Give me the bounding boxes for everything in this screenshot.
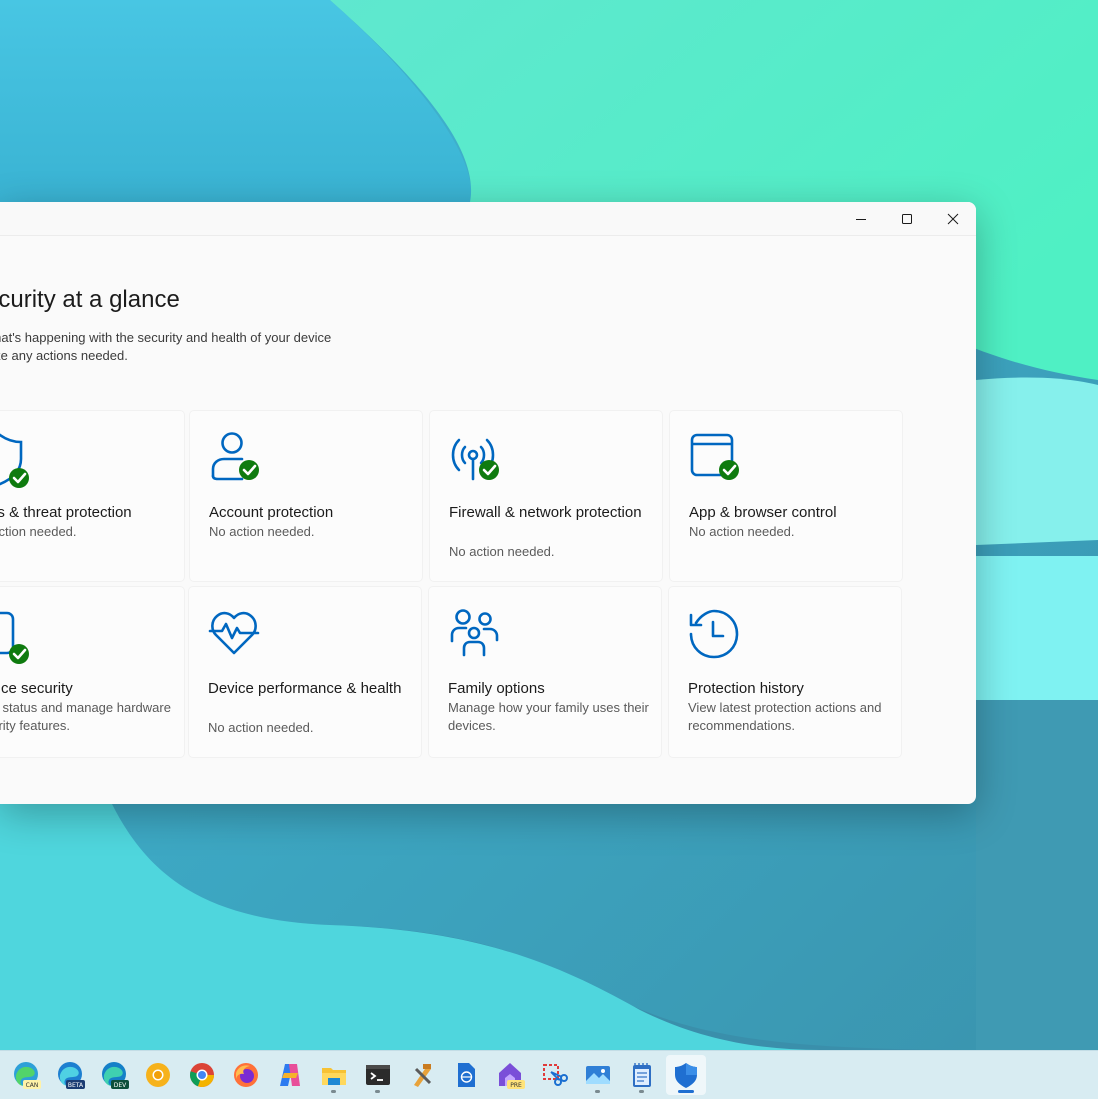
tile-subtitle: No action needed.	[0, 524, 77, 539]
edge-dev-icon[interactable]: DEV	[98, 1059, 130, 1091]
notepad-icon[interactable]	[626, 1059, 658, 1091]
badge-text: DEV	[114, 1082, 127, 1089]
running-indicator	[331, 1090, 336, 1093]
active-indicator	[678, 1090, 694, 1093]
running-indicator	[639, 1090, 644, 1093]
windows-security-icon[interactable]	[670, 1059, 702, 1091]
tile-account-protection[interactable]: Account protection No action needed.	[190, 411, 422, 581]
tile-title: Virus & threat protection	[0, 504, 132, 521]
running-indicator	[375, 1090, 380, 1093]
tile-title: App & browser control	[689, 504, 837, 521]
maximize-icon	[902, 213, 912, 224]
badge-text: PRE	[510, 1082, 522, 1089]
minimize-button[interactable]	[838, 202, 884, 235]
running-indicator	[595, 1090, 600, 1093]
tile-subtitle: No action needed.	[209, 524, 315, 539]
tile-firewall-network-protection[interactable]: Firewall & network protection No action …	[430, 411, 662, 581]
tile-subtitle: View status and manage hardware security…	[0, 700, 171, 733]
edge-canary-icon[interactable]: CAN	[10, 1059, 42, 1091]
page-description-line1: See what's happening with the security a…	[0, 330, 332, 345]
windows-security-window: Security at a glance See what's happenin…	[0, 202, 976, 804]
chrome-icon[interactable]	[186, 1059, 218, 1091]
file-explorer-icon[interactable]	[318, 1059, 350, 1091]
tile-title: Device security	[0, 680, 73, 697]
app-window-check-icon	[689, 431, 747, 489]
heart-pulse-icon	[208, 607, 266, 665]
tile-title: Family options	[448, 680, 545, 697]
firefox-icon[interactable]	[230, 1059, 262, 1091]
tile-subtitle: No action needed.	[449, 544, 555, 559]
history-clock-icon	[688, 607, 746, 665]
tile-subtitle: No action needed.	[689, 524, 795, 539]
document-globe-icon[interactable]	[450, 1059, 482, 1091]
tile-title: Protection history	[688, 680, 804, 697]
taskbar: CAN BETA DEV PRE	[0, 1050, 1098, 1099]
page-title: Security at a glance	[0, 286, 180, 313]
tile-subtitle: View latest protection actions and recom…	[688, 700, 882, 733]
tile-subtitle: No action needed.	[208, 720, 314, 735]
minimize-icon	[856, 218, 866, 220]
shield-check-icon	[0, 431, 29, 489]
terminal-icon[interactable]	[362, 1059, 394, 1091]
tile-virus-threat-protection[interactable]: Virus & threat protection No action need…	[0, 411, 184, 581]
dev-home-preview-icon[interactable]: PRE	[494, 1059, 526, 1091]
tools-icon[interactable]	[406, 1059, 438, 1091]
tile-title: Firewall & network protection	[449, 504, 642, 521]
family-icon	[448, 607, 506, 665]
tile-device-security[interactable]: Device security View status and manage h…	[0, 587, 184, 757]
tile-app-browser-control[interactable]: App & browser control No action needed.	[670, 411, 902, 581]
close-button[interactable]	[930, 202, 976, 235]
edge-beta-icon[interactable]: BETA	[54, 1059, 86, 1091]
page-description-line2: and take any actions needed.	[0, 348, 128, 363]
tile-protection-history[interactable]: Protection history View latest protectio…	[669, 587, 901, 757]
tile-device-performance-health[interactable]: Device performance & health No action ne…	[189, 587, 421, 757]
page-description: See what's happening with the security a…	[0, 329, 331, 365]
badge-text: CAN	[26, 1082, 39, 1089]
photos-icon[interactable]	[582, 1059, 614, 1091]
snipping-tool-icon[interactable]	[538, 1059, 570, 1091]
person-check-icon	[209, 431, 267, 489]
copilot-icon[interactable]	[274, 1059, 306, 1091]
tile-subtitle: Manage how your family uses their device…	[448, 700, 649, 733]
tile-title: Account protection	[209, 504, 334, 521]
close-icon	[947, 213, 959, 224]
tile-title: Device performance & health	[208, 680, 402, 697]
title-bar[interactable]	[0, 202, 976, 236]
badge-text: BETA	[68, 1082, 84, 1089]
tile-family-options[interactable]: Family options Manage how your family us…	[429, 587, 661, 757]
antenna-check-icon	[449, 431, 507, 489]
chrome-canary-icon[interactable]	[142, 1059, 174, 1091]
maximize-button[interactable]	[884, 202, 930, 235]
device-check-icon	[0, 607, 29, 665]
